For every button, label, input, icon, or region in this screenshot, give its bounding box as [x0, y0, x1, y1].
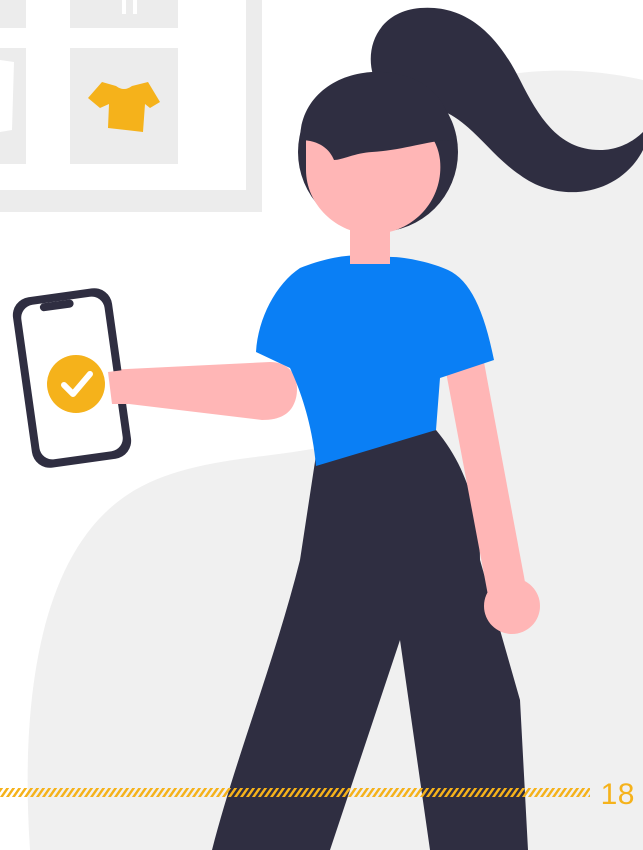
right-hand	[484, 578, 540, 634]
hatched-divider	[0, 788, 590, 797]
check-circle	[47, 355, 105, 413]
woman-with-phone-illustration	[0, 0, 643, 850]
illustration-page: 18	[0, 0, 643, 850]
left-arm	[108, 362, 297, 420]
neck	[350, 226, 390, 264]
page-number: 18	[600, 778, 635, 811]
